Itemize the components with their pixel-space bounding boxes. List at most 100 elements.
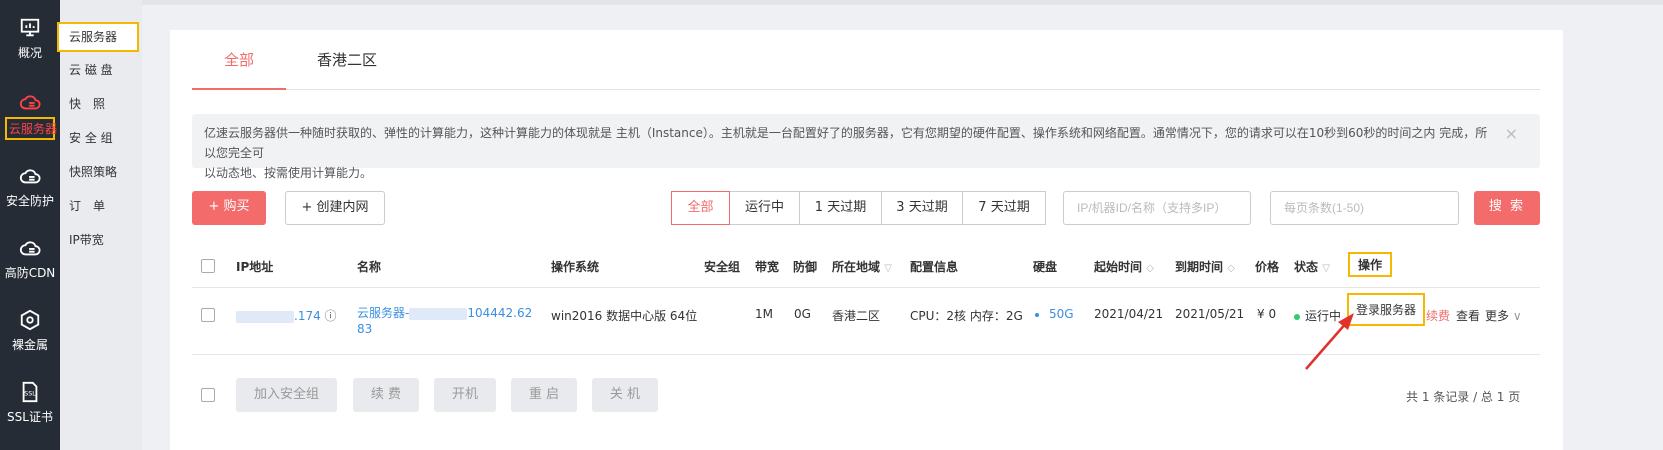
region-tabs: 全部 香港二区 [192, 40, 1540, 90]
svg-text:SSL: SSL [24, 390, 36, 398]
nav-security-label: 安全防护 [5, 194, 54, 208]
row-name-prefix: 云服务器- [357, 306, 410, 320]
col-bandwidth: 带宽 [755, 260, 780, 274]
row-status-label: 运行中 [1305, 309, 1342, 323]
col-region-label: 所在地域 [832, 260, 881, 274]
row-checkbox[interactable] [201, 308, 215, 322]
filter-1-day[interactable]: 1 天过期 [799, 191, 882, 225]
filter-7-days[interactable]: 7 天过期 [962, 191, 1046, 225]
filter-3-days[interactable]: 3 天过期 [881, 191, 963, 225]
subnav-security-group[interactable]: 安 全 组 [69, 124, 113, 152]
col-disk: 硬盘 [1033, 260, 1058, 274]
running-dot-icon [1294, 313, 1300, 320]
renew-link[interactable]: 续费 [1426, 307, 1450, 324]
row-ip[interactable]: .174 ⓘ [236, 307, 337, 324]
row-name-suffix: 104442.62 [467, 306, 533, 320]
filter-icon[interactable]: ▽ [884, 263, 892, 274]
renew-button[interactable]: 续 费 [353, 378, 419, 412]
nav-overview[interactable]: 概况 [0, 0, 60, 66]
page-size-input[interactable]: 每页条数(1-50) [1270, 191, 1459, 225]
subnav-orders[interactable]: 订 单 [69, 192, 105, 220]
col-name: 名称 [357, 260, 382, 274]
more-dropdown[interactable]: 更多 ∨ [1485, 307, 1522, 324]
nav-ssl[interactable]: SSL SSL证书 [0, 364, 60, 430]
chevron-down-icon: ∨ [1509, 309, 1522, 323]
more-label: 更多 [1485, 309, 1510, 323]
power-on-button[interactable]: 开机 [434, 378, 496, 412]
cloud-server-icon [19, 95, 41, 110]
col-defense: 防御 [793, 260, 818, 274]
search-button[interactable]: 搜 索 [1474, 191, 1540, 225]
top-strip [0, 0, 1663, 5]
nav-baremetal-label: 裸金属 [11, 338, 48, 352]
disk-dot-icon [1035, 312, 1039, 317]
col-ip: IP地址 [236, 260, 274, 274]
bottom-select-all-checkbox[interactable] [201, 388, 215, 402]
power-off-button[interactable]: 关 机 [592, 378, 658, 412]
login-server-button[interactable]: 登录服务器 [1347, 293, 1426, 326]
create-network-button[interactable]: + 创建内网 [285, 191, 385, 225]
nav-cloud-server-label: 云服务器 [5, 117, 57, 140]
nav-security[interactable]: 安全防护 [0, 148, 60, 214]
col-region[interactable]: 所在地域 ▽ [832, 258, 892, 275]
buy-button[interactable]: + 购买 [192, 191, 266, 225]
filter-icon[interactable]: ▽ [1322, 263, 1330, 274]
ip-search-input[interactable]: IP/机器ID/名称（支持多IP） [1063, 191, 1251, 225]
tab-all[interactable]: 全部 [192, 40, 286, 90]
notice-line-1: 亿速云服务器供一种随时获取的、弹性的计算能力，这种计算能力的体现就是 主机（In… [204, 126, 1488, 160]
table-row: .174 ⓘ 云服务器- 104442.62 83 win2016 数据中心版 6… [192, 289, 1540, 355]
select-all-checkbox[interactable] [201, 259, 215, 273]
col-start-label: 起始时间 [1094, 260, 1143, 274]
redacted-ip [236, 310, 294, 323]
row-ip-suffix: .174 [294, 309, 321, 323]
col-price: 价格 [1255, 260, 1280, 274]
row-start: 2021/04/21 [1094, 307, 1164, 321]
col-security-group: 安全组 [704, 260, 741, 274]
col-operation: 操作 [1348, 252, 1393, 277]
restart-button[interactable]: 重 启 [511, 378, 577, 412]
cloud-shield-icon [19, 169, 41, 184]
filter-running[interactable]: 运行中 [729, 191, 800, 225]
col-status[interactable]: 状态 ▽ [1294, 258, 1330, 275]
nav-overview-label: 概况 [17, 46, 42, 60]
sort-icon[interactable]: ◇ [1227, 263, 1235, 274]
row-status: 运行中 [1294, 307, 1341, 324]
row-defense: 0G [794, 307, 811, 321]
subnav-disk[interactable]: 云 磁 盘 [69, 56, 113, 84]
add-security-group-button[interactable]: 加入安全组 [236, 378, 337, 412]
col-start[interactable]: 起始时间 ◇ [1094, 258, 1154, 275]
subnav-ip-bandwidth[interactable]: IP带宽 [69, 226, 104, 254]
row-os: win2016 数据中心版 64位 [551, 309, 698, 323]
col-status-label: 状态 [1294, 260, 1319, 274]
col-end-label: 到期时间 [1175, 260, 1224, 274]
row-name[interactable]: 云服务器- 104442.62 83 [357, 305, 532, 337]
nav-cdn-label: 高防CDN [4, 266, 56, 280]
table-header: IP地址 名称 操作系统 安全组 带宽 防御 所在地域 ▽ 配置信息 硬盘 起始… [192, 244, 1540, 288]
primary-sidebar: 概况 云服务器 安全防护 高防CDN 裸金属 SSL SSL证书 [0, 0, 60, 450]
close-icon[interactable]: × [1505, 124, 1518, 144]
nav-cdn[interactable]: 高防CDN [0, 220, 60, 286]
cloud-cdn-icon [19, 241, 41, 256]
row-end: 2021/05/21 [1175, 307, 1245, 321]
ssl-icon: SSL [22, 381, 38, 403]
secondary-sidebar: 云服务器 云 磁 盘 快 照 安 全 组 快照策略 订 单 IP带宽 [57, 0, 142, 450]
filter-all[interactable]: 全部 [671, 191, 730, 225]
view-link[interactable]: 查看 [1456, 307, 1480, 324]
row-disk-value: 50G [1049, 307, 1074, 321]
row-region: 香港二区 [832, 309, 881, 323]
row-name-tail: 83 [357, 322, 373, 336]
row-bandwidth: 1M [755, 307, 773, 321]
nav-cloud-server[interactable]: 云服务器 [0, 74, 60, 140]
subnav-snapshot[interactable]: 快 照 [69, 90, 105, 118]
row-disk: 50G [1035, 307, 1074, 321]
nav-baremetal[interactable]: 裸金属 [0, 292, 60, 358]
sort-icon[interactable]: ◇ [1146, 263, 1154, 274]
subnav-cloud-server[interactable]: 云服务器 [57, 22, 139, 52]
col-end[interactable]: 到期时间 ◇ [1175, 258, 1235, 275]
subnav-snapshot-policy[interactable]: 快照策略 [69, 158, 117, 186]
info-icon[interactable]: ⓘ [325, 309, 337, 323]
tab-hk2[interactable]: 香港二区 [302, 40, 392, 90]
nav-ssl-label: SSL证书 [7, 410, 53, 424]
status-filter-group: 全部 运行中 1 天过期 3 天过期 7 天过期 [671, 191, 1046, 225]
row-price: ¥ 0 [1257, 307, 1277, 321]
